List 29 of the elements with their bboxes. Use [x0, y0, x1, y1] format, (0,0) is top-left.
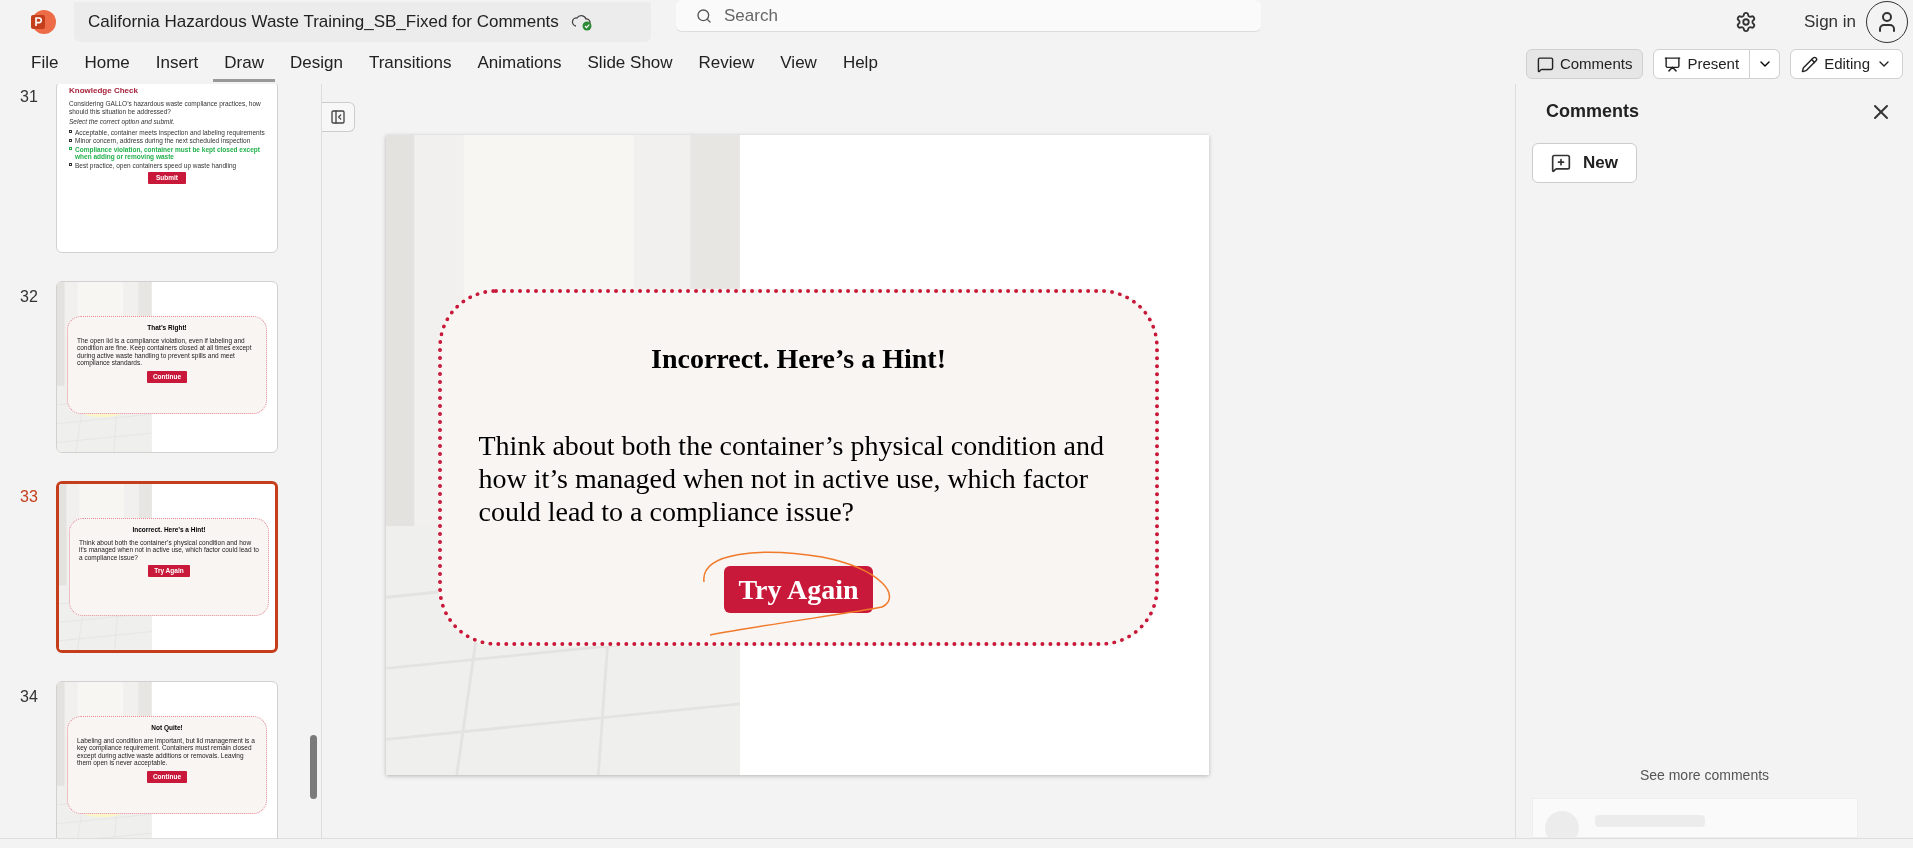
slide-number: 31: [20, 87, 39, 107]
slide-number: 33: [20, 487, 39, 507]
ribbon-tab[interactable]: File: [20, 46, 70, 82]
present-button[interactable]: Present: [1653, 49, 1751, 79]
ribbon-tab[interactable]: Help: [831, 46, 889, 82]
ribbon-tab[interactable]: Insert: [144, 46, 210, 82]
card-heading: Incorrect. Here’s a Hint!: [651, 343, 946, 375]
comments-title: Comments: [1546, 100, 1639, 123]
try-again-button[interactable]: Try Again: [724, 566, 873, 613]
ribbon-tab[interactable]: Transitions: [357, 46, 463, 82]
new-comment-button[interactable]: New: [1532, 143, 1637, 183]
ribbon-tab[interactable]: Design: [278, 46, 354, 82]
document-title-bar[interactable]: California Hazardous Waste Training_SB_Fixed for Comments: [74, 2, 651, 42]
slide-title: Knowledge Check: [69, 85, 139, 97]
sign-in-button[interactable]: Sign in: [1804, 9, 1856, 35]
search-placeholder: Search: [724, 4, 778, 27]
slide-number: 34: [20, 687, 39, 707]
card-body: Think about both the container’s physical condition and how it’s managed when not in active use, which factor could lead to a compliance issue?: [478, 429, 1105, 528]
ribbon-tab[interactable]: View: [769, 46, 828, 82]
ribbon-tab[interactable]: Home: [73, 46, 141, 82]
editing-button[interactable]: Editing: [1790, 49, 1903, 79]
ribbon-tab[interactable]: Animations: [466, 46, 573, 82]
search-field[interactable]: Search: [676, 0, 1261, 32]
ribbon-tab[interactable]: Slide Show: [576, 46, 684, 82]
slide-number: 32: [20, 287, 39, 307]
comments-button[interactable]: Comments: [1525, 49, 1644, 79]
document-title: California Hazardous Waste Training_SB_Fixed for Comments: [88, 11, 559, 34]
see-more-comments-link[interactable]: See more comments: [1639, 765, 1770, 786]
ribbon-tab[interactable]: Review: [687, 46, 766, 82]
